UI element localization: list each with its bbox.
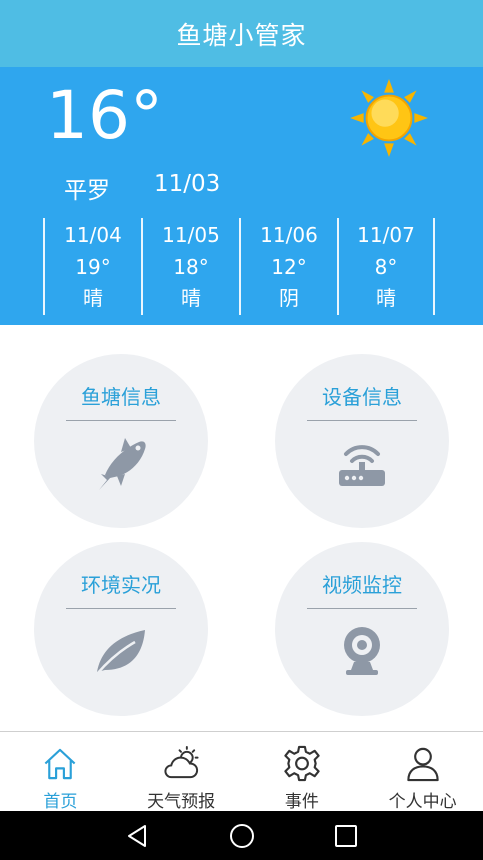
forecast-date: 11/04	[64, 223, 122, 247]
tile-environment[interactable]: 环境实况	[34, 542, 208, 716]
gear-icon	[284, 745, 320, 782]
nav-profile[interactable]: 个人中心	[362, 732, 483, 812]
weather-panel[interactable]: 16° 平罗 11/03 11/04 19° 晴 11/05 18° 晴 11/…	[0, 67, 483, 325]
tile-label: 鱼塘信息	[81, 385, 161, 409]
tile-divider	[66, 420, 176, 421]
webcam-icon	[344, 627, 380, 675]
forecast-day: 11/05 18° 晴	[141, 218, 239, 315]
current-temperature: 16°	[46, 77, 163, 154]
tile-divider	[66, 608, 176, 609]
app-title: 鱼塘小管家	[176, 20, 307, 50]
nav-label: 事件	[284, 792, 319, 812]
recents-icon[interactable]	[333, 823, 359, 849]
nav-label: 个人中心	[388, 792, 457, 812]
fish-icon	[99, 438, 146, 490]
forecast-day: 11/07 8° 晴	[337, 218, 435, 315]
forecast-strip: 11/04 19° 晴 11/05 18° 晴 11/06 12° 阴 11/0…	[43, 218, 435, 315]
tile-label: 环境实况	[81, 573, 161, 597]
tile-label: 设备信息	[322, 385, 402, 409]
forecast-temp: 19°	[75, 254, 111, 279]
forecast-condition: 晴	[83, 286, 103, 310]
forecast-condition: 晴	[376, 286, 396, 310]
forecast-temp: 12°	[271, 254, 307, 279]
nav-weather[interactable]: 天气预报	[121, 732, 242, 812]
router-icon	[339, 445, 385, 486]
tile-label: 视频监控	[322, 573, 402, 597]
tile-video-monitor[interactable]: 视频监控	[275, 542, 449, 716]
system-navigation-bar	[0, 811, 483, 860]
forecast-day: 11/06 12° 阴	[239, 218, 337, 315]
app-title-bar: 鱼塘小管家	[0, 0, 483, 67]
forecast-temp: 18°	[173, 254, 209, 279]
forecast-date: 11/06	[260, 223, 318, 247]
forecast-date: 11/07	[357, 223, 415, 247]
tile-pond-info[interactable]: 鱼塘信息	[34, 354, 208, 528]
forecast-condition: 晴	[181, 286, 201, 310]
current-date: 11/03	[154, 171, 221, 197]
tile-divider	[307, 608, 417, 609]
sun-icon	[350, 79, 428, 157]
forecast-temp: 8°	[374, 254, 398, 279]
home-circle-icon[interactable]	[229, 823, 255, 849]
nav-home[interactable]: 首页	[0, 732, 121, 812]
forecast-condition: 阴	[279, 286, 299, 310]
tile-device-info[interactable]: 设备信息	[275, 354, 449, 528]
user-icon	[406, 747, 439, 782]
nav-label: 天气预报	[147, 792, 216, 812]
nav-label: 首页	[43, 792, 78, 812]
city-name: 平罗	[64, 178, 110, 204]
forecast-date: 11/05	[162, 223, 220, 247]
tile-divider	[307, 420, 417, 421]
nav-events[interactable]: 事件	[242, 732, 363, 812]
leaf-icon	[96, 630, 145, 675]
back-icon[interactable]	[125, 823, 151, 849]
weather-icon	[164, 745, 199, 779]
bottom-navigation: 首页 天气预报 事件 个人中心	[0, 731, 483, 812]
forecast-day: 11/04 19° 晴	[43, 218, 141, 315]
home-icon	[45, 748, 76, 780]
